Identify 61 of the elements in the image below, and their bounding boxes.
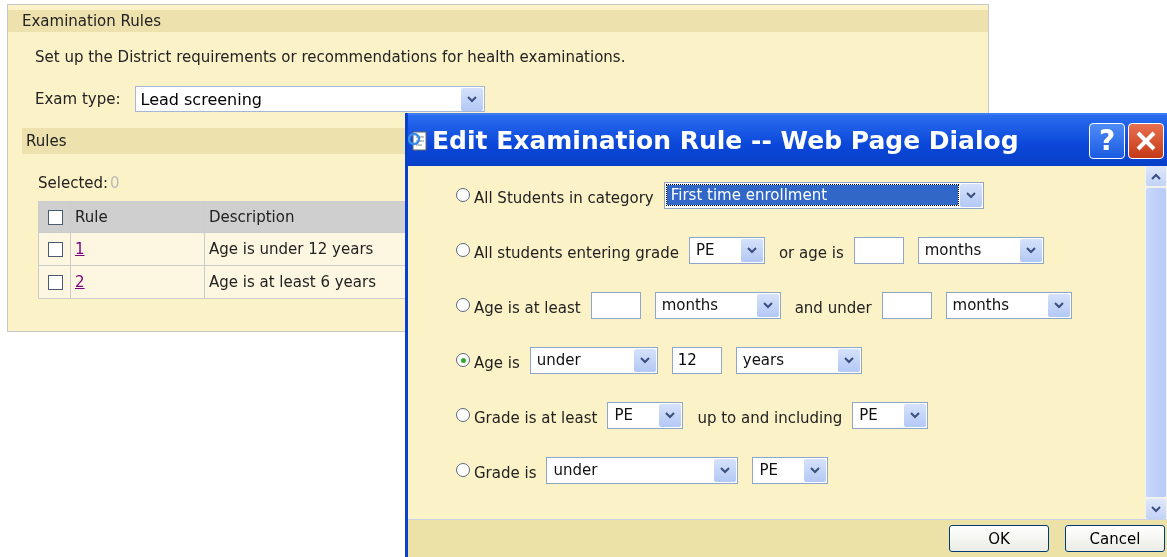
- dropdown[interactable]: months: [654, 291, 781, 319]
- chevron-down-icon: [1151, 505, 1161, 513]
- radio-button[interactable]: [456, 188, 470, 202]
- chevron-down-icon: [639, 356, 650, 364]
- close-icon: [1135, 129, 1157, 152]
- ok-button[interactable]: OK: [949, 525, 1049, 552]
- chevron-down-icon: [1053, 301, 1064, 309]
- close-button[interactable]: [1128, 122, 1164, 159]
- rule-label: Grade is at least: [474, 409, 598, 427]
- description: Set up the District requirements or recommendations for health examinations.: [35, 48, 627, 66]
- dropdown[interactable]: PE: [752, 456, 829, 484]
- chevron-up-icon: [1151, 172, 1161, 180]
- input-field[interactable]: 12: [671, 346, 722, 374]
- chevron-down-icon: [810, 466, 821, 474]
- radio-button[interactable]: [456, 298, 470, 312]
- rule-link[interactable]: 2: [75, 273, 85, 291]
- radio-button[interactable]: [456, 463, 470, 477]
- rule-label: up to and including: [697, 409, 843, 427]
- chevron-down-icon: [910, 411, 921, 419]
- exam-type-select[interactable]: Lead screening: [134, 86, 485, 112]
- selected-count: 0: [110, 174, 120, 192]
- rule-label: Age is at least: [474, 299, 581, 317]
- row-checkbox[interactable]: [48, 241, 63, 257]
- selected-label: Selected:: [38, 174, 109, 192]
- input-field[interactable]: [853, 236, 904, 264]
- chevron-down-icon: [720, 466, 731, 474]
- radio-button[interactable]: [456, 243, 470, 257]
- scrollbar[interactable]: [1145, 166, 1167, 519]
- input-field[interactable]: [881, 291, 932, 319]
- dropdown[interactable]: months: [945, 291, 1072, 319]
- rule-label: or age is: [778, 244, 844, 262]
- chevron-down-icon: [1025, 246, 1036, 254]
- chevron-down-icon: [965, 191, 976, 199]
- row-checkbox[interactable]: [48, 274, 63, 290]
- help-button[interactable]: ?: [1089, 122, 1125, 159]
- exam-type-label: Exam type:: [35, 90, 121, 108]
- dropdown[interactable]: months: [917, 236, 1044, 264]
- dropdown[interactable]: years: [735, 346, 862, 374]
- chevron-down-icon: [843, 356, 854, 364]
- rule-label: Grade is: [474, 464, 537, 482]
- chevron-down-icon: [746, 246, 757, 254]
- dropdown[interactable]: under: [546, 456, 739, 484]
- dropdown[interactable]: First time enrollment: [663, 181, 984, 209]
- dropdown[interactable]: PE: [607, 401, 684, 429]
- page-icon: [408, 129, 428, 152]
- rule-label: All students entering grade: [474, 244, 679, 262]
- rule-label: Age is: [474, 354, 520, 372]
- input-field[interactable]: [590, 291, 641, 319]
- rule-link[interactable]: 1: [75, 240, 85, 258]
- dropdown[interactable]: PE: [852, 401, 929, 429]
- chevron-down-icon: [665, 411, 676, 419]
- select-all-checkbox[interactable]: [48, 209, 63, 225]
- radio-button[interactable]: [456, 353, 470, 367]
- chevron-down-icon: [762, 301, 773, 309]
- dropdown[interactable]: PE: [688, 236, 765, 264]
- rule-label: and under: [794, 299, 872, 317]
- panel-title: Examination Rules: [8, 10, 988, 32]
- chevron-down-icon: [466, 95, 477, 103]
- dropdown[interactable]: under: [529, 346, 658, 374]
- radio-button[interactable]: [456, 408, 470, 422]
- cancel-button[interactable]: Cancel: [1065, 525, 1165, 552]
